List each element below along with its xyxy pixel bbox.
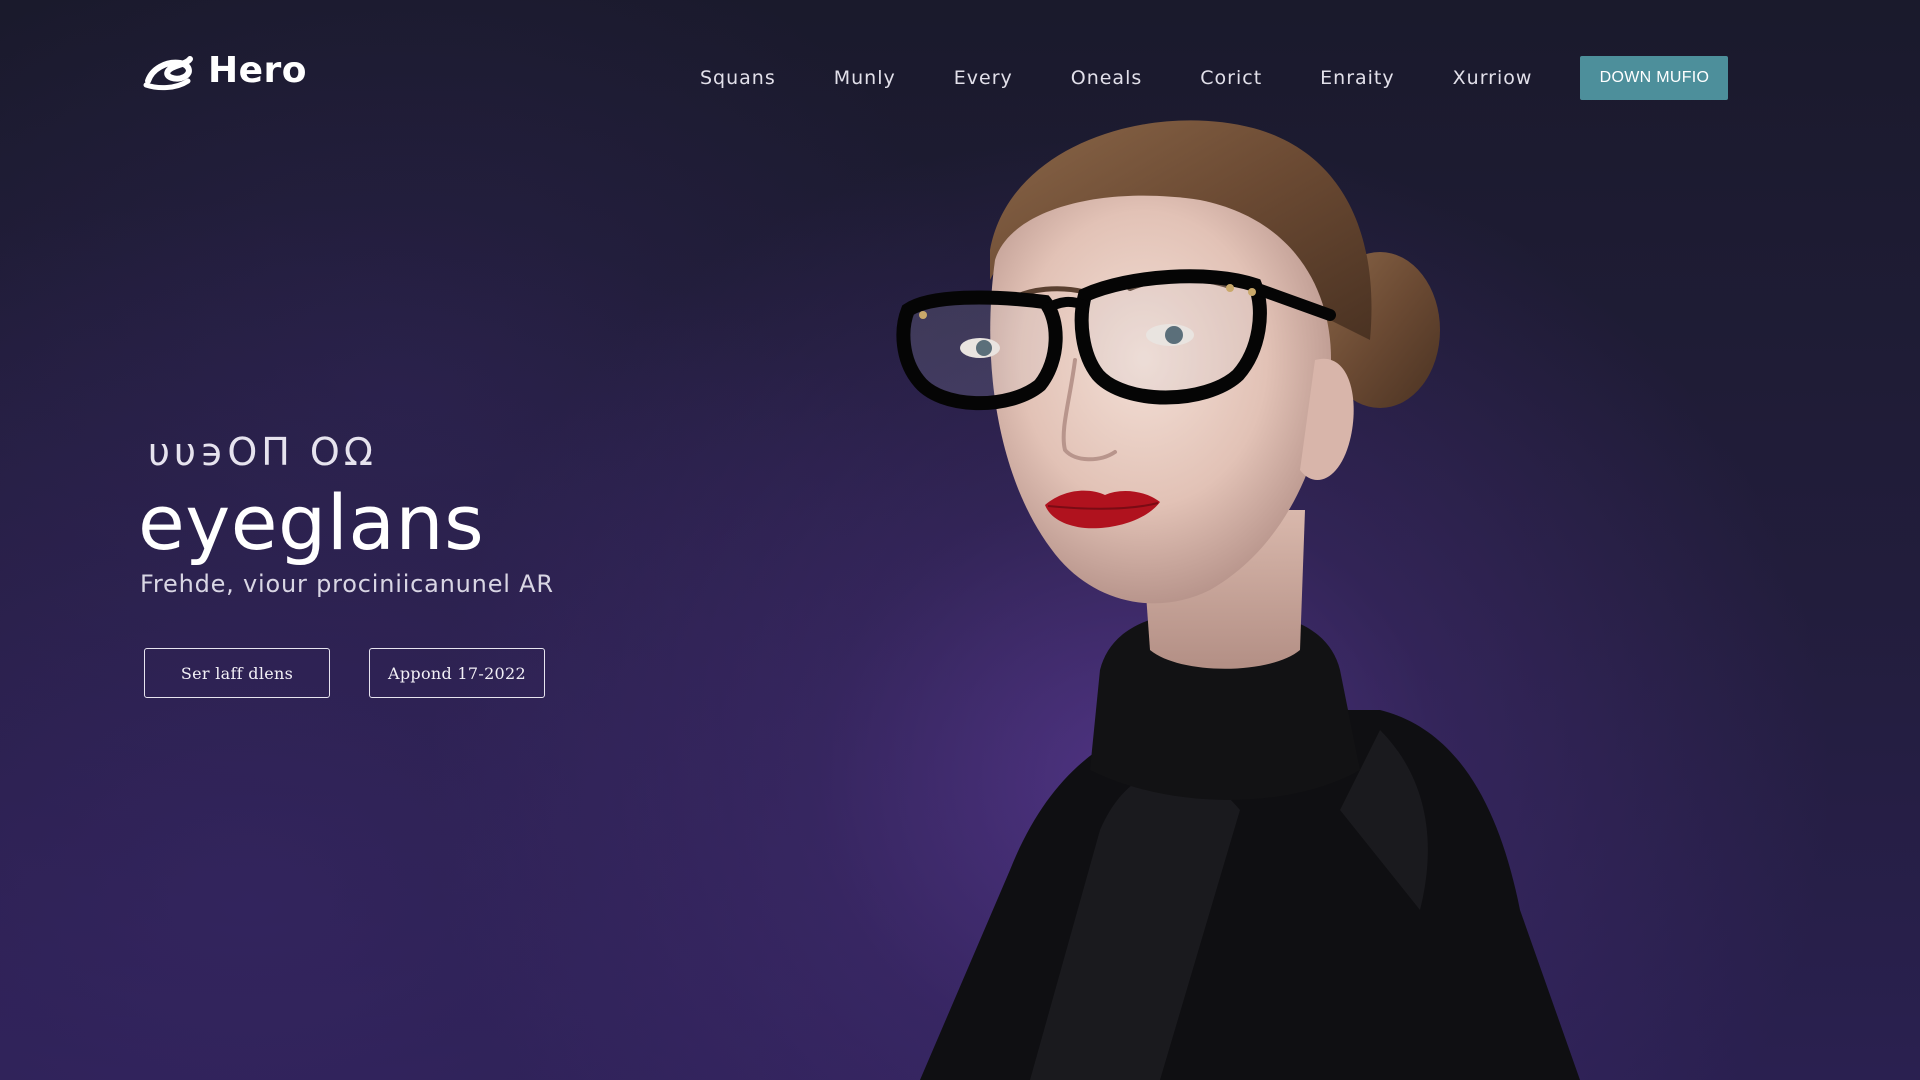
landing-page: Hero Squans Munly Every Oneals Corict En… <box>0 0 1920 1080</box>
model-portrait-image <box>896 120 1580 1080</box>
hero-subtitle: Frehde, viour prociniicanunel AR <box>140 570 554 598</box>
nav-link-munly[interactable]: Munly <box>834 56 896 100</box>
nav-link-corict[interactable]: Corict <box>1200 56 1262 100</box>
brand-logo[interactable]: Hero <box>142 50 307 91</box>
nav-cta-button[interactable]: DOWN MUFIO <box>1580 56 1729 100</box>
nav-link-xurriow[interactable]: Xurriow <box>1453 56 1533 100</box>
main-nav: Squans Munly Every Oneals Corict Enraity… <box>700 56 1729 100</box>
primary-hero-button[interactable]: Ser laff dlens <box>144 648 330 698</box>
secondary-hero-button[interactable]: Appond 17-2022 <box>369 648 545 698</box>
nav-link-every[interactable]: Every <box>954 56 1013 100</box>
brand-name: Hero <box>208 50 308 91</box>
nav-link-squans[interactable]: Squans <box>700 56 776 100</box>
hero-eyebrow: υυ϶ΟΠ ΟΩ <box>148 430 377 474</box>
swirl-logo-icon <box>143 55 193 90</box>
nav-link-enraity[interactable]: Enraity <box>1320 56 1394 100</box>
nav-link-oneals[interactable]: Oneals <box>1071 56 1143 100</box>
hero-title: eyeglans <box>138 478 485 567</box>
